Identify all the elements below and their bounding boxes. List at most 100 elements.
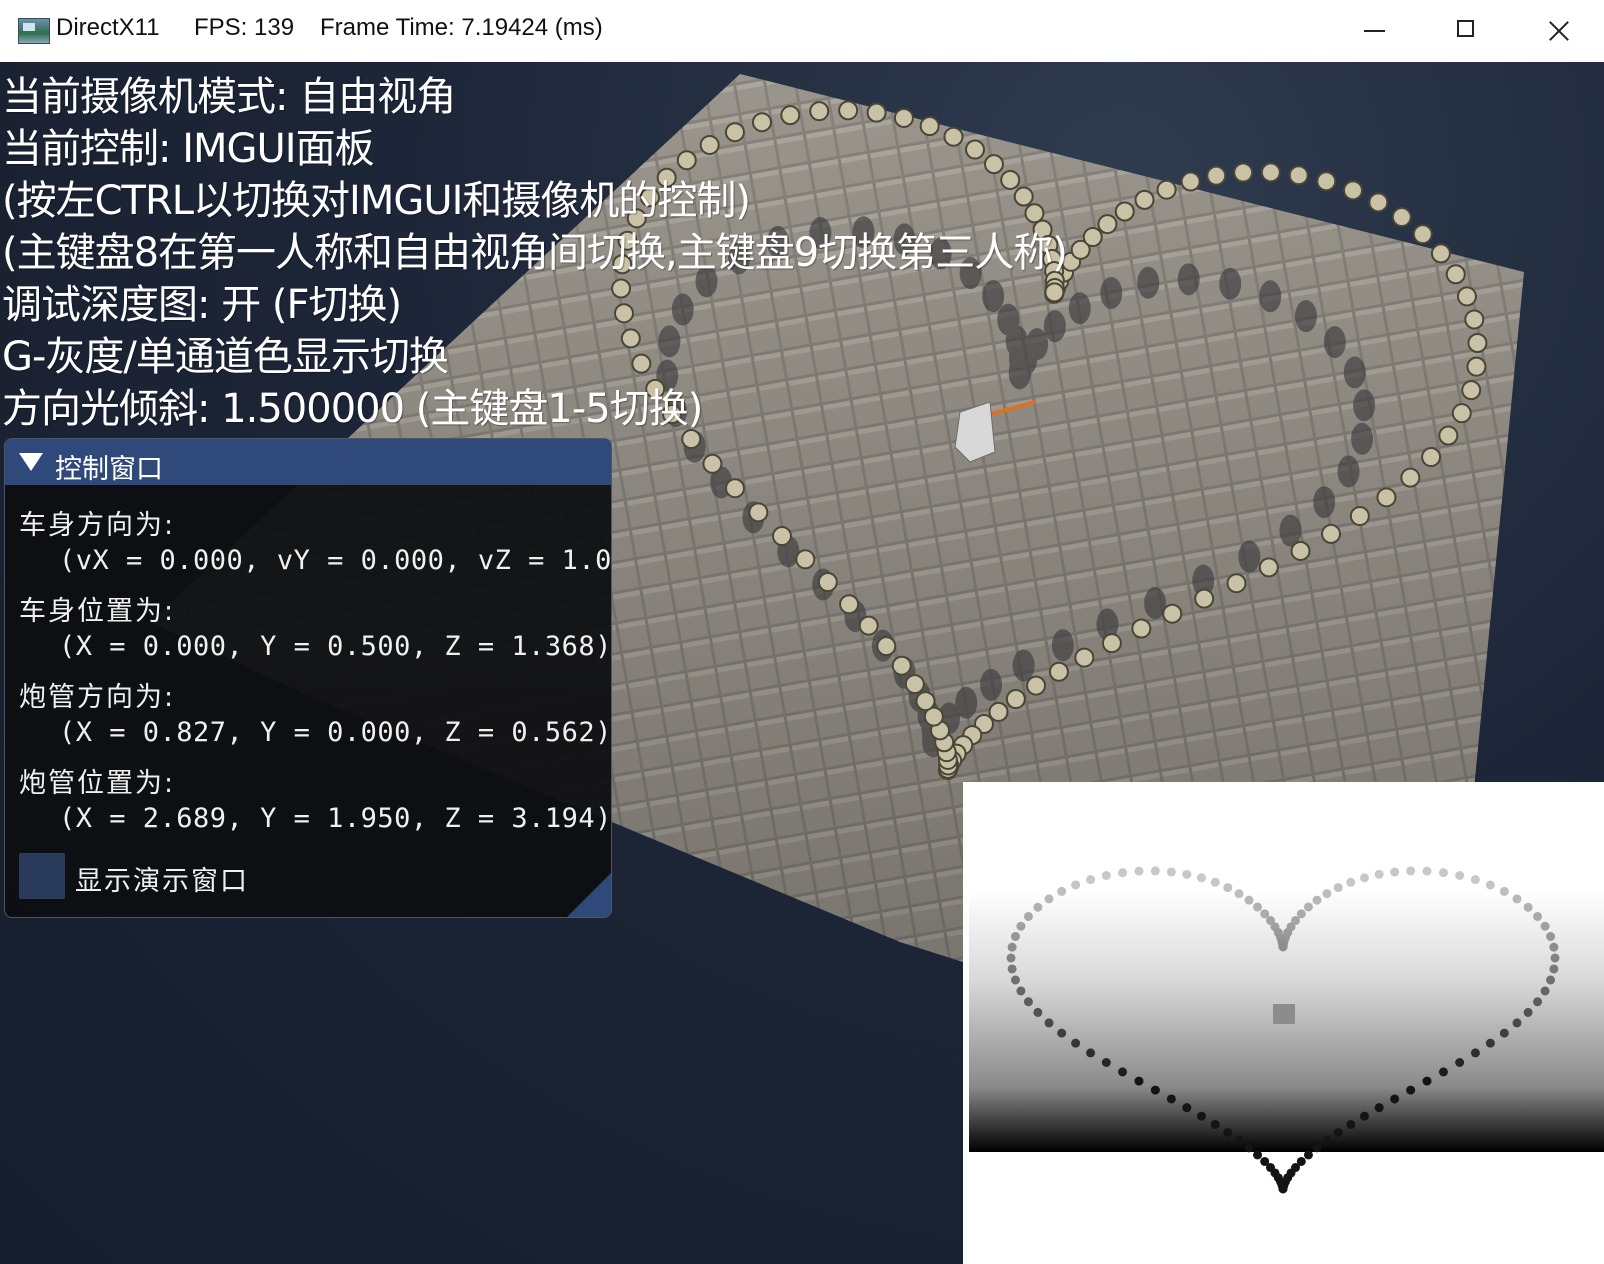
depth-box <box>1455 871 1465 880</box>
maximize-button[interactable] <box>1420 0 1512 62</box>
title-bar[interactable]: DirectX11 FPS: 139 Frame Time: 7.19424 (… <box>0 0 1604 63</box>
depth-box <box>1549 942 1559 952</box>
depth-box <box>1322 1135 1332 1145</box>
depth-box <box>1150 866 1160 876</box>
depth-box <box>1346 1120 1356 1130</box>
box-shadow <box>982 280 1005 313</box>
depth-box <box>1260 1156 1270 1166</box>
heart-box <box>1260 162 1281 183</box>
control-window[interactable]: 控制窗口 车身方向为: (vX = 0.000, vY = 0.000, vZ … <box>4 438 612 918</box>
depth-box <box>1546 975 1556 985</box>
heart-box <box>1456 286 1477 307</box>
heart-box <box>965 139 986 160</box>
heart-box <box>1226 573 1247 594</box>
depth-box <box>1057 886 1067 896</box>
heart-box <box>1445 264 1466 285</box>
depth-box <box>1374 1103 1384 1113</box>
light-tilt-text: 方向光倾斜: 1.500000 (主键盘1-5切换) <box>2 386 703 432</box>
depth-box <box>1406 1085 1416 1095</box>
depth-box <box>1210 1120 1220 1130</box>
depth-box <box>1244 1143 1254 1153</box>
camera-mode-text: 当前摄像机模式: 自由视角 <box>2 74 456 120</box>
depth-box <box>1390 1094 1400 1104</box>
heart-box <box>1412 224 1433 245</box>
box-shadow <box>658 325 681 358</box>
heart-box <box>1044 282 1065 303</box>
depth-box <box>1016 921 1026 931</box>
depth-box <box>1016 986 1026 996</box>
heart-box <box>1343 180 1364 201</box>
depth-box <box>1533 997 1543 1007</box>
barrel-position-value: (X = 2.689, Y = 1.950, Z = 3.194) <box>59 803 612 834</box>
depth-box <box>1540 986 1550 996</box>
depth-box <box>1550 953 1560 963</box>
depth-box <box>1333 883 1343 893</box>
heart-box <box>1156 179 1177 200</box>
heart-box <box>1467 332 1488 353</box>
heart-box <box>1288 165 1309 186</box>
depth-box <box>1134 1076 1144 1086</box>
box-shadow <box>1337 455 1360 488</box>
heart-box <box>1131 618 1152 639</box>
body-direction-label: 车身方向为: <box>19 510 176 541</box>
depth-box <box>1512 1018 1522 1028</box>
resize-grip-icon[interactable] <box>567 873 611 917</box>
heart-box <box>1316 171 1337 192</box>
heart-box <box>1290 540 1311 561</box>
heart-box <box>817 572 838 593</box>
collapse-arrow-icon[interactable] <box>19 453 43 471</box>
depth-box <box>1470 875 1480 885</box>
depth-box <box>1470 1048 1480 1058</box>
control-mode-text: 当前控制: IMGUI面板 <box>2 126 375 172</box>
depth-box <box>1390 867 1400 877</box>
barrel-position-label: 炮管位置为: <box>19 768 176 799</box>
heart-box <box>795 549 816 570</box>
box-shadow <box>671 293 694 326</box>
heart-box <box>1421 447 1442 468</box>
box-shadow <box>1177 263 1200 296</box>
box-shadow <box>1323 326 1346 359</box>
show-demo-checkbox[interactable] <box>19 853 65 899</box>
depth-box <box>1101 1058 1111 1067</box>
depth-box <box>1134 866 1144 876</box>
barrel-direction-label: 炮管方向为: <box>19 682 176 713</box>
heart-box <box>1005 689 1026 710</box>
heart-box <box>1180 171 1201 192</box>
ctrl-hint-text: (按左CTRL以切换对IMGUI和摄像机的控制) <box>2 178 751 224</box>
box-shadow <box>1353 389 1376 422</box>
heart-box <box>1026 675 1047 696</box>
close-button[interactable] <box>1512 0 1604 62</box>
heart-box <box>1074 647 1095 668</box>
heart-box <box>1162 603 1183 624</box>
depth-box <box>1166 867 1176 877</box>
depth-box <box>1346 877 1356 887</box>
box-shadow <box>1343 356 1366 389</box>
body-direction-value: (vX = 0.000, vY = 0.000, vZ = 1.000) <box>59 545 612 576</box>
depth-box <box>1253 902 1263 912</box>
heart-box <box>1430 243 1451 264</box>
depth-box <box>1278 941 1288 951</box>
control-window-header[interactable]: 控制窗口 <box>5 439 611 485</box>
grayscale-toggle-text: G-灰度/单通道色显示切换 <box>2 334 449 380</box>
show-demo-label[interactable]: 显示演示窗口 <box>75 859 249 898</box>
heart-box <box>1461 380 1482 401</box>
depth-box <box>1312 895 1322 905</box>
depth-box <box>1166 1094 1176 1104</box>
heart-box <box>915 691 936 712</box>
app-icon <box>18 18 50 44</box>
depth-box <box>1223 1128 1233 1138</box>
heart-box <box>1438 425 1459 446</box>
box-shadow <box>1012 649 1035 682</box>
heart-box <box>1376 487 1397 508</box>
depth-box <box>1312 1143 1322 1153</box>
box-shadow <box>980 668 1003 701</box>
heart-box <box>724 478 745 499</box>
heart-box <box>809 101 830 122</box>
heart-box <box>919 116 940 137</box>
depth-box <box>1499 1028 1509 1038</box>
box-shadow <box>1294 300 1317 333</box>
depth-box <box>1485 1038 1495 1048</box>
box-shadow <box>1068 292 1091 325</box>
minimize-button[interactable] <box>1328 0 1420 62</box>
depth-box <box>1523 902 1533 912</box>
